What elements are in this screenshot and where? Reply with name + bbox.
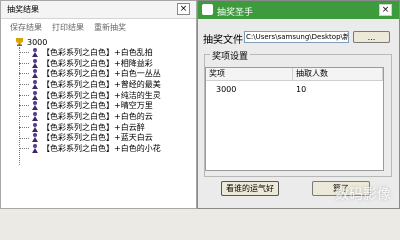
menu-print-results[interactable]: 打印结果 bbox=[52, 22, 84, 36]
browse-button[interactable]: ... bbox=[353, 31, 390, 43]
tree-item-label: 【色彩系列之白色】+白色的小花 bbox=[42, 144, 161, 154]
tree-item-label: 【色彩系列之白色】+晴空万里 bbox=[42, 101, 153, 111]
tree-root-node[interactable]: 3000 bbox=[15, 37, 195, 47]
person-figure-icon bbox=[32, 58, 38, 68]
tree-item[interactable]: 【色彩系列之白色】+白色的小花 bbox=[15, 143, 195, 154]
results-window: 抽奖结果 × 保存结果 打印结果 重新抽奖 3000 【色彩系列之白色】+白色乱… bbox=[0, 0, 197, 209]
tree-item-label: 【色彩系列之白色】+蓝天白云 bbox=[42, 133, 153, 143]
results-tree[interactable]: 3000 【色彩系列之白色】+白色乱拍 【色彩系列之白色】+相降益彩 【色彩系列… bbox=[15, 37, 195, 207]
prize-table[interactable]: 奖项 抽取人数 3000 10 bbox=[205, 67, 384, 171]
cell-prize: 3000 bbox=[216, 85, 237, 94]
results-close-button[interactable]: × bbox=[177, 3, 190, 15]
cell-draw-count: 10 bbox=[296, 85, 307, 94]
prize-settings-group: 奖项设置 奖项 抽取人数 3000 10 bbox=[204, 49, 392, 177]
menu-redraw[interactable]: 重新抽奖 bbox=[94, 22, 126, 36]
tree-item[interactable]: 【色彩系列之白色】+蓝天白云 bbox=[15, 133, 195, 144]
tree-item[interactable]: 【色彩系列之白色】+白色一丛丛 bbox=[15, 68, 195, 79]
person-figure-icon bbox=[32, 47, 38, 57]
trophy-icon bbox=[16, 38, 23, 46]
watermark-text: 数码影像 bbox=[335, 187, 391, 203]
tree-item[interactable]: 【色彩系列之白色】+晴空万里 bbox=[15, 100, 195, 111]
tree-item[interactable]: 【色彩系列之白色】+白色的云 bbox=[15, 111, 195, 122]
tree-root-label: 3000 bbox=[27, 37, 48, 47]
person-figure-icon bbox=[32, 111, 38, 121]
person-figure-icon bbox=[32, 133, 38, 143]
column-header-draw-count[interactable]: 抽取人数 bbox=[293, 68, 383, 80]
lottery-window-title: 抽奖圣手 bbox=[217, 8, 254, 18]
tree-item-label: 【色彩系列之白色】+白云醉 bbox=[42, 122, 145, 132]
tree-item-label: 【色彩系列之白色】+相降益彩 bbox=[42, 58, 153, 68]
person-figure-icon bbox=[32, 79, 38, 89]
column-header-prize[interactable]: 奖项 bbox=[206, 68, 293, 80]
tree-item[interactable]: 【色彩系列之白色】+相降益彩 bbox=[15, 58, 195, 69]
results-menubar: 保存结果 打印结果 重新抽奖 bbox=[1, 19, 196, 36]
table-row[interactable]: 3000 10 bbox=[206, 84, 383, 95]
person-figure-icon bbox=[32, 90, 38, 100]
tree-item-label: 【色彩系列之白色】+白色一丛丛 bbox=[42, 69, 161, 79]
tree-item[interactable]: 【色彩系列之白色】+纯洁的生灵 bbox=[15, 90, 195, 101]
tree-item-label: 【色彩系列之白色】+白色的云 bbox=[42, 111, 153, 121]
person-figure-icon bbox=[32, 144, 38, 154]
person-figure-icon bbox=[32, 69, 38, 79]
lottery-close-button[interactable]: × bbox=[379, 4, 392, 16]
tree-item-label: 【色彩系列之白色】+白色乱拍 bbox=[42, 47, 153, 57]
lottery-titlebar: 抽奖圣手 × bbox=[198, 1, 399, 19]
lottery-window: 抽奖圣手 × 抽奖文件 C:\Users\samsung\Desktop\新建 … bbox=[197, 0, 400, 209]
file-label: 抽奖文件 bbox=[203, 35, 243, 46]
person-figure-icon bbox=[32, 101, 38, 111]
tree-item-label: 【色彩系列之白色】+纯洁的生灵 bbox=[42, 90, 161, 100]
prize-table-header: 奖项 抽取人数 bbox=[206, 68, 383, 81]
app-icon bbox=[202, 4, 213, 15]
tree-item[interactable]: 【色彩系列之白色】+白色乱拍 bbox=[15, 47, 195, 58]
results-titlebar: 抽奖结果 × bbox=[1, 1, 196, 19]
prize-settings-title: 奖项设置 bbox=[210, 49, 251, 62]
menu-save-results[interactable]: 保存结果 bbox=[10, 22, 42, 36]
draw-luck-button[interactable]: 看谁的运气好 bbox=[221, 181, 279, 196]
person-figure-icon bbox=[32, 122, 38, 132]
file-path-field[interactable]: C:\Users\samsung\Desktop\新建 bbox=[244, 31, 349, 43]
tree-item-label: 【色彩系列之白色】+曾经的最美 bbox=[42, 79, 161, 89]
results-window-title: 抽奖结果 bbox=[7, 5, 39, 14]
tree-item[interactable]: 【色彩系列之白色】+白云醉 bbox=[15, 122, 195, 133]
tree-item[interactable]: 【色彩系列之白色】+曾经的最美 bbox=[15, 79, 195, 90]
